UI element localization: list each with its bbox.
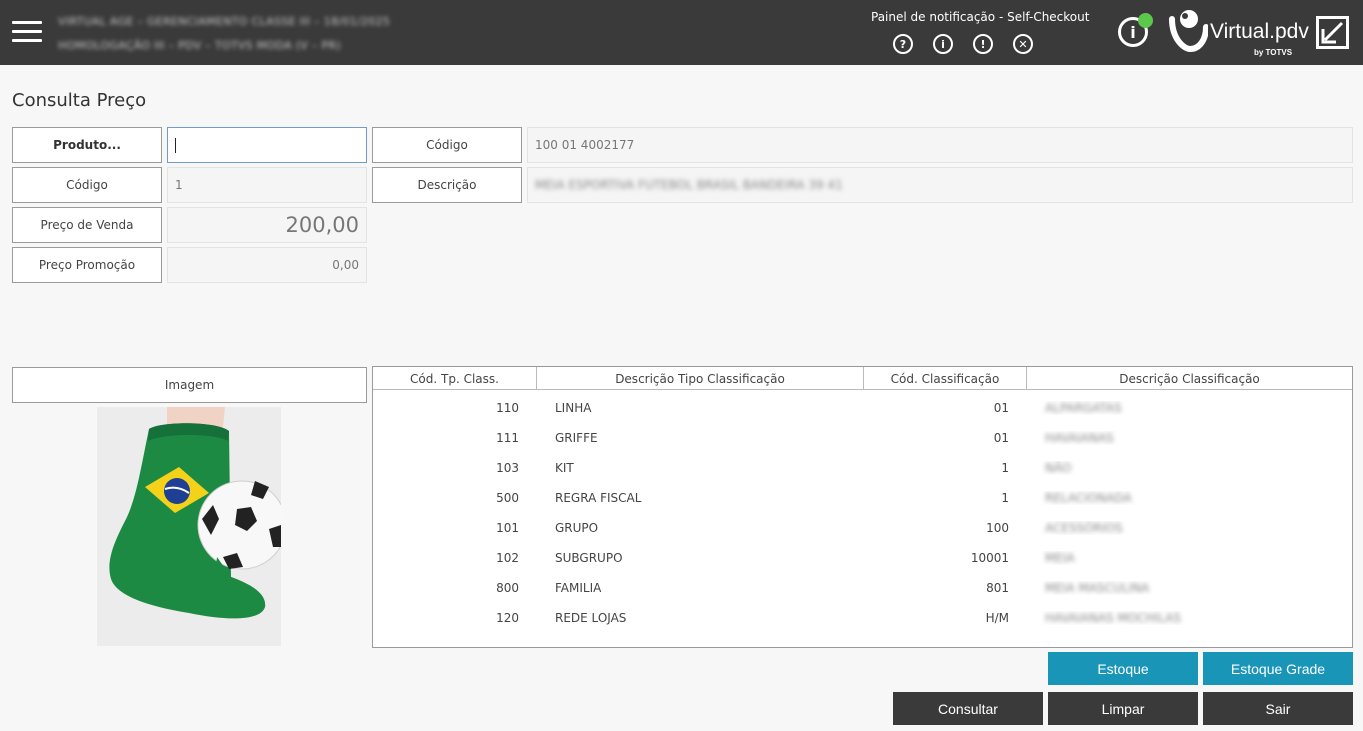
cell-descricao-tipo: REGRA FISCAL: [555, 491, 642, 505]
cell-descricao-class-value: NÃO: [1045, 461, 1072, 475]
sair-button[interactable]: Sair: [1203, 692, 1353, 725]
table-row[interactable]: 800 FAMILIA 801 MEIA MASCULINA: [373, 573, 1352, 603]
virtual-pdv-logo: Virtual.pdv by TOTVS: [1168, 5, 1309, 61]
alert-icon[interactable]: !: [973, 34, 993, 54]
cell-descricao-class: ACESSÓRIOS: [1027, 521, 1352, 535]
limpar-button[interactable]: Limpar: [1048, 692, 1198, 725]
column-header-descricao-tipo[interactable]: Descrição Tipo Classificação: [537, 367, 864, 390]
cell-descricao-class: RELACIONADA: [1027, 491, 1352, 505]
preco-venda-label: Preço de Venda: [12, 207, 162, 243]
product-image: [97, 407, 281, 646]
table-row[interactable]: 103 KIT 1 NÃO: [373, 453, 1352, 483]
table-row[interactable]: 111 GRIFFE 01 HAVAIANAS: [373, 423, 1352, 453]
cell-descricao-class: MEIA MASCULINA: [1027, 581, 1352, 595]
table-row[interactable]: 101 GRUPO 100 ACESSÓRIOS: [373, 513, 1352, 543]
produto-input[interactable]: [167, 127, 367, 163]
cell-cod-class: 10001: [970, 551, 1009, 565]
close-circle-icon[interactable]: ✕: [1013, 34, 1033, 54]
cell-descricao-tipo: SUBGRUPO: [555, 551, 623, 565]
cell-cod-class: 100: [986, 521, 1009, 535]
codigo-barra-field: 100 01 4002177: [527, 127, 1353, 163]
cell-cod-class: 01: [993, 401, 1009, 415]
column-header-cod-classificacao[interactable]: Cód. Classificação: [864, 367, 1027, 390]
brand-name: Virtual.pdv: [1210, 20, 1309, 43]
cell-descricao-class: HAVAIANAS: [1027, 431, 1352, 445]
hamburger-menu-icon[interactable]: [12, 21, 42, 43]
status-info-icon[interactable]: i: [1118, 13, 1153, 47]
table-header: Cód. Tp. Class. Descrição Tipo Classific…: [373, 367, 1352, 390]
table-row[interactable]: 500 REGRA FISCAL 1 RELACIONADA: [373, 483, 1352, 513]
cell-descricao-class-value: HAVAIANAS MOCHILAS: [1045, 611, 1182, 625]
cell-descricao-class-value: ALPARGATAS: [1045, 401, 1122, 415]
descricao-label: Descrição: [372, 167, 522, 203]
header-info-line-1: VIRTUAL AGE – GERENCIAMENTO CLASSE III –…: [58, 15, 391, 28]
cell-descricao-class-value: MEIA MASCULINA: [1045, 581, 1150, 595]
descricao-field: MEIA ESPORTIVA FUTEBOL BRASIL BANDEIRA 3…: [527, 167, 1353, 203]
cell-descricao-class-value: ACESSÓRIOS: [1045, 521, 1123, 535]
cell-cod-tp: 120: [496, 611, 519, 625]
consultar-button[interactable]: Consultar: [893, 692, 1043, 725]
cell-descricao-tipo: GRIFFE: [555, 431, 598, 445]
image-label: Imagem: [12, 367, 367, 403]
cell-descricao-class: MEIA: [1027, 551, 1352, 565]
header-info-line-2: HOMOLOGAÇÃO III – PDV – TOTVS MODA (V – …: [58, 39, 341, 52]
cell-descricao-class-value: MEIA: [1045, 551, 1075, 565]
brand-by: by TOTVS: [1254, 48, 1293, 57]
column-header-cod-tp-class[interactable]: Cód. Tp. Class.: [373, 367, 537, 390]
product-photo: [97, 407, 281, 646]
classification-table[interactable]: Cód. Tp. Class. Descrição Tipo Classific…: [372, 366, 1353, 648]
cell-descricao-class: NÃO: [1027, 461, 1352, 475]
notification-panel-title: Painel de notificação - Self-Checkout: [871, 10, 1090, 24]
cell-cod-tp: 102: [496, 551, 519, 565]
codigo-label: Código: [12, 167, 162, 203]
cell-descricao-class: ALPARGATAS: [1027, 401, 1352, 415]
cell-descricao-tipo: REDE LOJAS: [555, 611, 627, 625]
cell-descricao-class-value: RELACIONADA: [1045, 491, 1132, 505]
virtual-pdv-logo-mark-icon: [1169, 10, 1208, 53]
cell-cod-class: 1: [1001, 461, 1009, 475]
table-row[interactable]: 120 REDE LOJAS H/M HAVAIANAS MOCHILAS: [373, 603, 1352, 633]
cell-cod-tp: 800: [496, 581, 519, 595]
preco-venda-field: 200,00: [167, 207, 367, 243]
estoque-grade-button[interactable]: Estoque Grade: [1203, 652, 1353, 685]
text-cursor: [175, 137, 176, 153]
table-body: 110 LINHA 01 ALPARGATAS 111 GRIFFE 01 HA…: [373, 393, 1352, 633]
estoque-button[interactable]: Estoque: [1048, 652, 1198, 685]
cell-cod-tp: 500: [496, 491, 519, 505]
table-row[interactable]: 110 LINHA 01 ALPARGATAS: [373, 393, 1352, 423]
info-icon[interactable]: i: [933, 34, 953, 54]
cell-cod-tp: 101: [496, 521, 519, 535]
cell-descricao-class: HAVAIANAS MOCHILAS: [1027, 611, 1352, 625]
produto-search-button[interactable]: Produto...: [12, 127, 162, 163]
cell-cod-class: 01: [993, 431, 1009, 445]
cell-descricao-tipo: GRUPO: [555, 521, 599, 535]
column-header-descricao-classificacao[interactable]: Descrição Classificação: [1027, 367, 1352, 390]
codigo-barra-label: Código: [372, 127, 522, 163]
cell-cod-tp: 110: [496, 401, 519, 415]
cell-cod-tp: 103: [496, 461, 519, 475]
online-status-dot: [1138, 13, 1153, 28]
table-row[interactable]: 102 SUBGRUPO 10001 MEIA: [373, 543, 1352, 573]
cell-cod-class: H/M: [985, 611, 1009, 625]
cell-descricao-tipo: KIT: [555, 461, 574, 475]
notification-icons: ? i ! ✕: [893, 34, 1033, 54]
status-info-glyph: i: [1130, 22, 1136, 42]
preco-promocao-label: Preço Promoção: [12, 247, 162, 283]
top-bar: VIRTUAL AGE – GERENCIAMENTO CLASSE III –…: [0, 0, 1363, 65]
descricao-value: MEIA ESPORTIVA FUTEBOL BRASIL BANDEIRA 3…: [535, 178, 843, 192]
cell-cod-tp: 111: [496, 431, 519, 445]
minimize-window-icon[interactable]: [1316, 16, 1349, 49]
preco-promocao-field: 0,00: [167, 247, 367, 283]
cell-descricao-class-value: HAVAIANAS: [1045, 431, 1114, 445]
cell-cod-class: 801: [986, 581, 1009, 595]
page-title: Consulta Preço: [12, 90, 147, 111]
codigo-field: 1: [167, 167, 367, 203]
cell-descricao-tipo: LINHA: [555, 401, 592, 415]
cell-descricao-tipo: FAMILIA: [555, 581, 602, 595]
help-icon[interactable]: ?: [893, 34, 913, 54]
cell-cod-class: 1: [1001, 491, 1009, 505]
